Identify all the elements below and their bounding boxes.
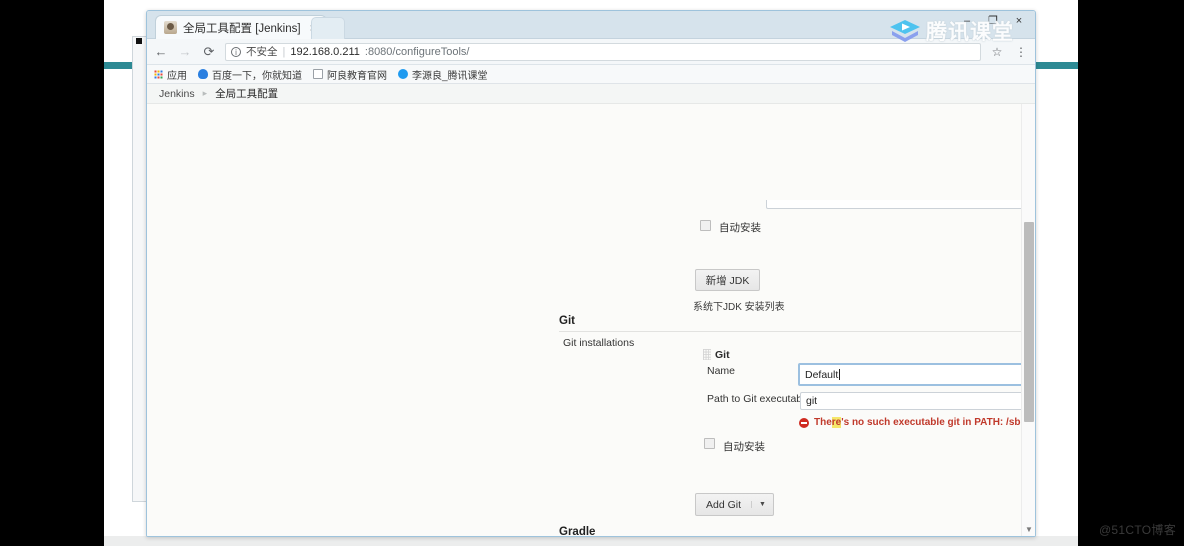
git-section-title: Git — [559, 315, 575, 327]
error-text-highlight: re — [831, 417, 842, 428]
git-path-label: Path to Git executable — [707, 393, 811, 405]
error-icon — [799, 417, 809, 428]
maximize-button[interactable]: ❐ — [985, 14, 1001, 28]
git-auto-install-checkbox[interactable] — [704, 438, 715, 449]
git-installations-label: Git installations — [563, 337, 635, 349]
scrollbar-thumb[interactable] — [1024, 222, 1034, 422]
git-path-error-message: There's no such executable git in PATH: … — [799, 417, 1035, 428]
git-name-value: Default — [805, 368, 839, 381]
address-bar[interactable]: i 不安全 | 192.168.0.211 :8080/configureTool… — [225, 42, 981, 61]
text-caret — [839, 369, 841, 380]
document-icon — [313, 69, 323, 79]
bookmark-label: 阿良教育官网 — [327, 70, 387, 82]
bookmark-label: 百度一下，你就知道 — [212, 70, 302, 82]
browser-window: 全局工具配置 [Jenkins] × – ❐ × 腾讯课堂 ← → ⟳ i 不安… — [146, 10, 1036, 537]
bookmark-apps[interactable]: 应用 — [154, 67, 187, 82]
right-letterbox-band — [1078, 0, 1184, 546]
bookmark-label: 李源良_腾讯课堂 — [412, 70, 488, 82]
git-section-rule — [559, 331, 1035, 332]
jdk-auto-install-label: 自动安装 — [719, 222, 761, 234]
left-letterbox-band — [0, 0, 104, 546]
backdrop-bottom-strip — [104, 536, 1078, 546]
blog-watermark: @51CTO博客 — [1098, 523, 1176, 537]
bookmark-star-icon[interactable]: ☆ — [989, 45, 1005, 59]
bookmark-baidu[interactable]: 百度一下，你就知道 — [198, 67, 302, 82]
configure-tools-form: 自动安装 ? 删除 JDK 新增 JDK 系统下JDK 安装列表 Git Git… — [147, 104, 1035, 536]
breadcrumb-separator-icon: ▸ — [202, 88, 208, 98]
breadcrumb: Jenkins ▸ 全局工具配置 — [147, 84, 1035, 104]
browser-menu-icon[interactable]: ⋮ — [1013, 45, 1029, 59]
git-name-label: Name — [707, 365, 736, 377]
security-status-label: 不安全 — [246, 46, 278, 58]
forward-button[interactable]: → — [177, 44, 193, 59]
apps-grid-icon — [154, 69, 163, 79]
jdk-install-list-note: 系统下JDK 安装列表 — [693, 302, 785, 313]
site-info-icon[interactable]: i — [231, 46, 241, 57]
minimize-button[interactable]: – — [959, 14, 975, 28]
url-path: :8080/configureTools/ — [364, 45, 470, 58]
bookmark-label: 应用 — [167, 70, 187, 82]
bookmark-tencent-class[interactable]: 李源良_腾讯课堂 — [398, 67, 488, 82]
new-tab-button[interactable] — [311, 17, 345, 39]
gradle-section-title: Gradle — [559, 526, 596, 536]
close-window-button[interactable]: × — [1011, 14, 1027, 28]
bookmark-aliang[interactable]: 阿良教育官网 — [313, 67, 387, 82]
add-jdk-button[interactable]: 新增 JDK — [695, 269, 760, 291]
breadcrumb-root[interactable]: Jenkins — [159, 88, 195, 100]
git-path-value: git — [806, 395, 818, 407]
tab-strip: 全局工具配置 [Jenkins] × – ❐ × — [147, 11, 1035, 39]
git-path-input[interactable]: git — [800, 392, 1035, 410]
browser-toolbar: ← → ⟳ i 不安全 | 192.168.0.211 :8080/configu… — [147, 39, 1035, 65]
git-item-title: Git — [715, 349, 730, 361]
qq-icon — [398, 69, 408, 79]
omnibox-divider: | — [282, 45, 286, 58]
error-text-rest: 's no such executable git in PATH: /sbin… — [841, 417, 1035, 428]
browser-tab-active[interactable]: 全局工具配置 [Jenkins] × — [155, 15, 327, 39]
baidu-icon — [198, 69, 208, 79]
add-git-label: Add Git — [706, 498, 742, 511]
error-text: There's no such executable git in PATH: … — [814, 417, 1035, 428]
page-scrollbar[interactable]: ▼ — [1021, 104, 1035, 536]
back-button[interactable]: ← — [153, 44, 169, 59]
tab-title: 全局工具配置 [Jenkins] — [183, 22, 301, 35]
jdk-auto-install-checkbox[interactable] — [700, 220, 711, 231]
jdk-path-input-clipped[interactable] — [766, 200, 1035, 209]
scroll-down-arrow-icon[interactable]: ▼ — [1025, 525, 1033, 534]
git-drag-handle-icon[interactable] — [703, 349, 711, 360]
background-window-marker — [136, 38, 142, 44]
chevron-down-icon[interactable]: ▼ — [751, 501, 773, 508]
breadcrumb-current[interactable]: 全局工具配置 — [215, 86, 278, 101]
git-name-input[interactable]: Default — [798, 363, 1035, 386]
reload-button[interactable]: ⟳ — [201, 44, 217, 60]
bookmarks-bar: 应用 百度一下，你就知道 阿良教育官网 李源良_腾讯课堂 — [147, 65, 1035, 84]
git-auto-install-label: 自动安装 — [723, 441, 765, 453]
add-git-button[interactable]: Add Git ▼ — [695, 493, 774, 516]
jenkins-favicon-icon — [164, 21, 177, 34]
url-host: 192.168.0.211 — [290, 45, 360, 58]
page-viewport: Jenkins ▸ 全局工具配置 自动安装 ? 删除 JDK 新增 JDK 系统… — [147, 84, 1035, 536]
error-text-prefix: The — [814, 417, 832, 428]
window-controls: – ❐ × — [959, 14, 1027, 28]
